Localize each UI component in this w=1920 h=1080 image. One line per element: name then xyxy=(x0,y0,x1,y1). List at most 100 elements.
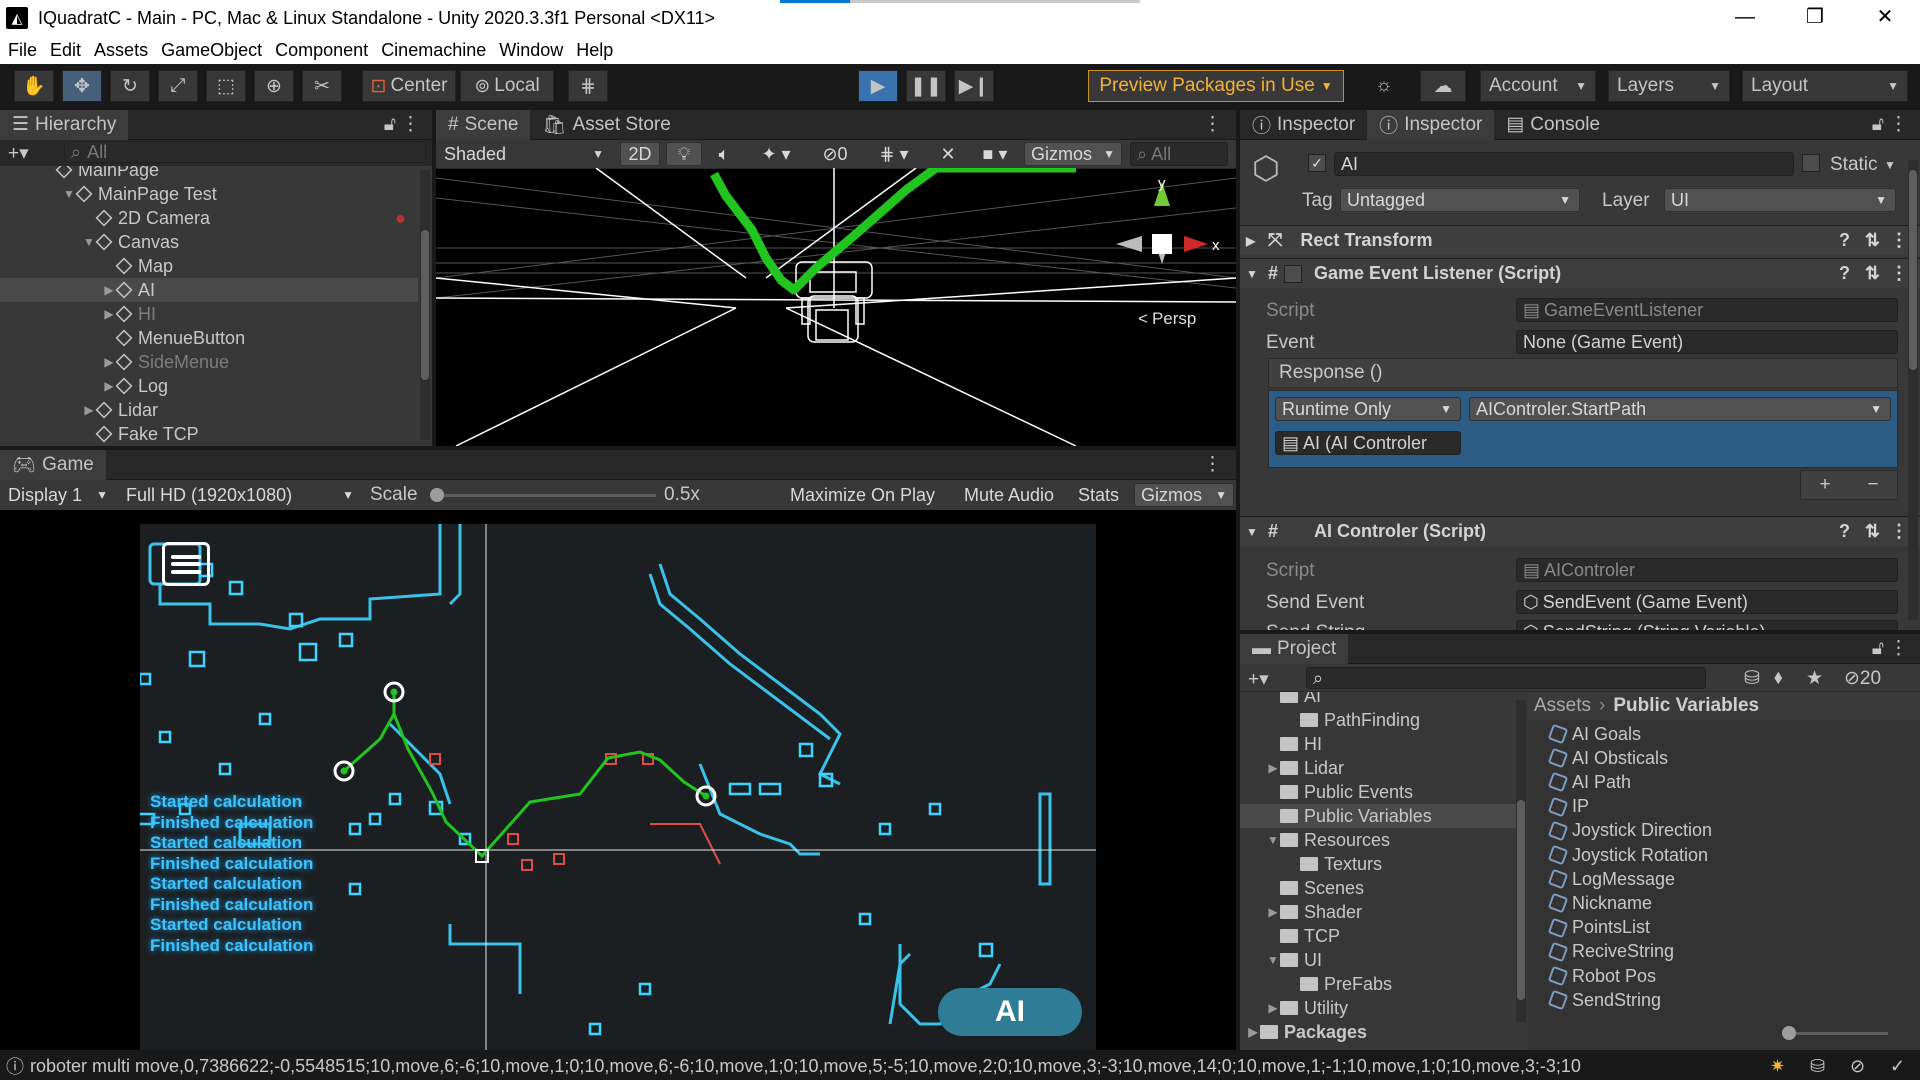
lock-icon[interactable]: 🔓︎ xyxy=(1872,114,1884,136)
inspector-scrollbar[interactable] xyxy=(1908,160,1918,620)
project-folder[interactable]: Texturs xyxy=(1240,852,1516,876)
resolution-dropdown[interactable]: Full HD (1920x1080) ▼ xyxy=(120,483,360,507)
expand-arrow-icon[interactable]: ▼ xyxy=(1266,833,1280,847)
component-enabled-checkbox[interactable] xyxy=(1284,264,1303,283)
asset-item[interactable]: AI Goals xyxy=(1547,722,1641,746)
minimize-button[interactable]: — xyxy=(1710,0,1780,36)
runtime-dropdown[interactable]: Runtime Only ▼ xyxy=(1275,397,1461,421)
menu-cinemachine[interactable]: Cinemachine xyxy=(381,40,486,61)
status-message[interactable]: roboter multi move,0,7386622;-0,5548515;… xyxy=(30,1056,1720,1077)
toggle-2d-button[interactable]: 2D xyxy=(620,142,660,166)
help-icon[interactable]: ? xyxy=(1839,263,1850,284)
response-entry[interactable]: Runtime Only ▼ AIControler.StartPath ▼ ▤ AI… xyxy=(1268,390,1898,468)
tab-game[interactable]: 🎮︎ Game xyxy=(0,449,106,480)
grid-icon[interactable]: ⋕ ▾ xyxy=(864,142,924,166)
expand-arrow-icon[interactable]: ▶ xyxy=(102,283,116,297)
more-icon[interactable]: ⋮ xyxy=(401,113,420,136)
play-button[interactable]: ▶ xyxy=(858,70,898,102)
more-icon[interactable]: ⋮ xyxy=(1889,637,1908,660)
more-icon[interactable]: ⋮ xyxy=(1203,453,1222,476)
breadcrumb-root[interactable]: Assets xyxy=(1534,695,1591,717)
icon-size-slider[interactable] xyxy=(1782,1026,1888,1040)
favorite-icon[interactable]: ★ xyxy=(1806,667,1823,690)
active-checkbox[interactable]: ✓ xyxy=(1308,154,1326,172)
add-icon[interactable]: +▾ xyxy=(8,142,29,165)
lock-icon[interactable]: 🔓︎ xyxy=(1872,638,1884,660)
shading-dropdown[interactable]: Shaded ▼ xyxy=(438,142,610,166)
tag-dropdown[interactable]: Untagged ▼ xyxy=(1340,188,1580,212)
icon-size-handle[interactable] xyxy=(1782,1026,1796,1040)
game-viewport[interactable]: Started calculation Finished calculation S… xyxy=(0,510,1236,1050)
scale-slider-handle[interactable] xyxy=(430,488,444,502)
mute-audio-toggle[interactable]: Mute Audio xyxy=(958,483,1066,507)
camera-icon[interactable]: ■ ▾ xyxy=(970,142,1020,166)
menu-window[interactable]: Window xyxy=(499,40,563,61)
more-icon[interactable]: ⋮ xyxy=(1890,230,1908,251)
grid-snap-icon[interactable]: ⋕ xyxy=(568,70,608,102)
static-checkbox[interactable] xyxy=(1802,154,1820,172)
collab-icon[interactable]: ☼ xyxy=(1364,70,1404,102)
hierarchy-item[interactable]: ▶ Lidar xyxy=(0,398,418,422)
scene-gizmo[interactable] xyxy=(1116,182,1208,264)
audio-icon[interactable]: 🔈︎ xyxy=(706,142,742,166)
scale-tool-icon[interactable]: ⤢ xyxy=(158,70,198,102)
maximize-on-play-toggle[interactable]: Maximize On Play xyxy=(784,483,952,507)
rect-transform-header[interactable]: ▶ ⤧ Rect Transform ? ⇅ ⋮ xyxy=(1240,225,1920,255)
expand-arrow-icon[interactable]: ▶ xyxy=(102,355,116,369)
scale-slider[interactable] xyxy=(430,488,656,502)
pivot-center-button[interactable]: ⊡ Center xyxy=(362,70,456,102)
tab-console[interactable]: ▤ Console xyxy=(1494,110,1612,140)
visibility-icon[interactable]: ⊘ 0 xyxy=(810,142,860,166)
effects-icon[interactable]: ✦ ▾ xyxy=(746,142,806,166)
expand-arrow-icon[interactable]: ▶ xyxy=(1266,761,1280,775)
pause-button[interactable]: ❚❚ xyxy=(906,70,946,102)
hierarchy-item[interactable]: MainPage xyxy=(0,166,418,182)
menu-button-icon[interactable] xyxy=(162,542,210,586)
hierarchy-item[interactable]: ▶ Log xyxy=(0,374,418,398)
persp-label[interactable]: < Persp xyxy=(1138,309,1196,328)
preset-icon[interactable]: ⇅ xyxy=(1865,263,1880,284)
step-button[interactable]: ▶❙ xyxy=(954,70,994,102)
expand-arrow-icon[interactable]: ▶ xyxy=(1246,1025,1260,1039)
send-string-field[interactable]: ⬡SendString (String Variable) xyxy=(1516,620,1898,630)
project-folder[interactable]: ▼ UI xyxy=(1240,948,1516,972)
chevron-down-icon[interactable]: ▼ xyxy=(1246,525,1260,539)
event-field[interactable]: None (Game Event) xyxy=(1516,330,1898,354)
ai-controler-header[interactable]: ▼ # AI Controler (Script) ? ⇅ ⋮ xyxy=(1240,516,1920,546)
asset-item[interactable]: LogMessage xyxy=(1547,867,1675,891)
lock-icon[interactable]: 🔓︎ xyxy=(384,114,396,136)
bug-icon[interactable]: ✷ xyxy=(1770,1056,1785,1077)
expand-arrow-icon[interactable]: ▶ xyxy=(1266,905,1280,919)
expand-arrow-icon[interactable]: ▶ xyxy=(1266,1001,1280,1015)
expand-arrow-icon[interactable]: ▼ xyxy=(82,235,96,249)
asset-item[interactable]: PointsList xyxy=(1547,916,1650,940)
asset-item[interactable]: ReciveString xyxy=(1547,940,1674,964)
rect-tool-icon[interactable]: ⬚ xyxy=(206,70,246,102)
add-entry-button[interactable]: + xyxy=(1819,474,1830,496)
hierarchy-scrollbar[interactable] xyxy=(420,170,430,440)
more-icon[interactable]: ⋮ xyxy=(1203,113,1222,136)
project-folder[interactable]: HI xyxy=(1240,732,1516,756)
project-folder[interactable]: AI xyxy=(1240,692,1516,708)
chevron-down-icon[interactable]: ▼ xyxy=(1884,158,1896,172)
cache-icon[interactable]: ⛁ xyxy=(1810,1056,1825,1077)
project-folder[interactable]: ▶ Packages xyxy=(1240,1020,1516,1044)
send-event-field[interactable]: ⬡ SendEvent (Game Event) xyxy=(1516,590,1898,614)
layer-dropdown[interactable]: UI ▼ xyxy=(1664,188,1896,212)
progress-check-icon[interactable]: ✓ xyxy=(1890,1056,1905,1077)
cloud-icon[interactable]: ☁ xyxy=(1420,70,1466,102)
project-folder[interactable]: Public Variables xyxy=(1240,804,1516,828)
project-folder[interactable]: Scenes xyxy=(1240,876,1516,900)
object-name-input[interactable]: AI xyxy=(1334,152,1794,176)
hand-tool-icon[interactable]: ✋ xyxy=(14,70,54,102)
hierarchy-item[interactable]: ▶ SideMenue xyxy=(0,350,418,374)
hierarchy-item[interactable]: ▼ Canvas xyxy=(0,230,418,254)
account-dropdown[interactable]: Account ▼ xyxy=(1480,70,1596,102)
filter-type-icon[interactable]: ⛁ xyxy=(1744,667,1760,690)
project-folder[interactable]: ▶ Utility xyxy=(1240,996,1516,1020)
asset-item[interactable]: Joystick Rotation xyxy=(1547,843,1708,867)
project-folder[interactable]: TCP xyxy=(1240,924,1516,948)
layout-dropdown[interactable]: Layout ▼ xyxy=(1742,70,1908,102)
maximize-button[interactable]: ❐ xyxy=(1780,0,1850,36)
expand-arrow-icon[interactable]: ▼ xyxy=(62,187,76,201)
